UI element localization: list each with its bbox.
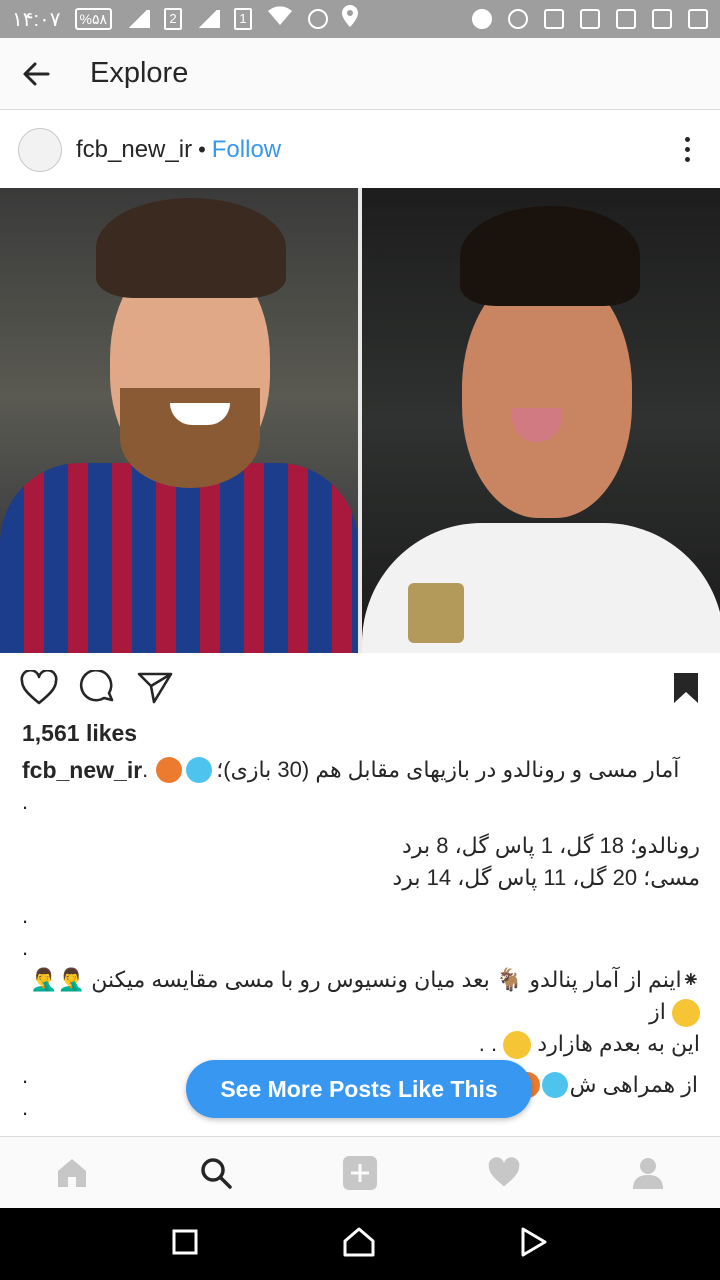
dot-icon: [684, 147, 690, 152]
home-button[interactable]: [343, 1227, 375, 1262]
post-header: fcb_new_ir • Follow: [0, 111, 720, 188]
avatar[interactable]: [18, 127, 62, 172]
caption-spacer-dot: .: [22, 789, 29, 814]
dot-icon: [684, 137, 690, 142]
nav-search[interactable]: [186, 1143, 246, 1203]
blue-circle-emoji-icon: [186, 757, 213, 783]
alarm-icon: [308, 9, 329, 29]
badge-shape: [408, 583, 464, 643]
telegram-icon: [472, 9, 492, 29]
back-button[interactable]: [0, 38, 72, 110]
heart-icon: [20, 668, 58, 704]
more-options-button[interactable]: [672, 130, 702, 170]
caption-star-text: ⁕اینم از آمار پنالدو 🐐 بعد میان ونسیوس ر…: [30, 967, 700, 992]
sim-2-icon: 2: [164, 8, 183, 30]
vibrate-icon: [688, 9, 708, 29]
caption-username[interactable]: fcb_new_ir: [22, 754, 142, 786]
laughing-emoji-icon: [672, 999, 700, 1028]
bookmark-icon: [674, 672, 698, 703]
caption-messi-stats: مسی؛ 20 گل، 11 پاس گل، 14 برد: [392, 865, 700, 890]
sim-1-icon: 1: [234, 8, 253, 30]
comment-icon: [79, 668, 114, 701]
caption-dot: .: [142, 757, 149, 782]
usb-icon: [544, 9, 564, 29]
caption-first-text: آمار مسی و رونالدو در بازیهای مقابل هم (…: [156, 754, 679, 786]
nav-profile[interactable]: [618, 1143, 678, 1203]
profile-icon: [633, 1157, 663, 1189]
laughing-emoji-icon: [503, 1031, 532, 1060]
caption-spacer-dot: .: [22, 903, 29, 928]
blue-circle-emoji-icon: [541, 1072, 568, 1098]
arrow-left-icon: [23, 62, 50, 85]
clock: ۱۴:۰۷: [12, 8, 61, 31]
caption-star-line-2: این به بعدم هازارد . .: [22, 1028, 700, 1060]
back-nav-button[interactable]: [520, 1227, 548, 1262]
follow-button[interactable]: Follow: [212, 136, 281, 164]
app-header: Explore: [0, 38, 720, 110]
nav-home[interactable]: [42, 1143, 102, 1203]
signal-icon: [196, 10, 221, 28]
status-bar: ۱۴:۰۷ %۵۸ 2 1: [0, 0, 720, 38]
bottom-nav: [0, 1136, 720, 1208]
comment-button[interactable]: [78, 668, 116, 711]
signal-icon: [126, 10, 151, 28]
share-button[interactable]: [136, 670, 174, 711]
caption-trail-text: از همراهی ش: [569, 1072, 698, 1097]
hair-shape: [96, 198, 286, 298]
page-title: Explore: [90, 57, 189, 89]
see-more-posts-button[interactable]: See More Posts Like This: [186, 1060, 532, 1118]
nav-add[interactable]: [330, 1143, 390, 1203]
caption-trailing-line: از همراهی ش: [513, 1072, 698, 1098]
hair-shape: [460, 206, 640, 306]
caption-gap: [22, 818, 700, 830]
dot-icon: [684, 157, 690, 162]
battery-indicator: %۵۸: [74, 8, 113, 30]
photo-messi: [0, 188, 358, 653]
send-icon: [137, 672, 173, 703]
caption-headline: آمار مسی و رونالدو در بازیهای مقابل هم (…: [216, 757, 680, 782]
image-icon: [580, 9, 600, 29]
separator-dot: •: [198, 136, 206, 162]
nav-activity[interactable]: [474, 1143, 534, 1203]
shirt-shape: [0, 463, 358, 653]
add-icon: [343, 1155, 377, 1190]
photo-ronaldo: [358, 188, 720, 653]
search-icon: [201, 1157, 232, 1189]
wifi-icon: [266, 5, 294, 33]
likes-count[interactable]: 1,561 likes: [22, 720, 137, 747]
caption-star-end: از: [649, 999, 666, 1024]
message-icon: [616, 9, 636, 29]
like-button[interactable]: [20, 668, 58, 711]
post-actions: [0, 662, 720, 718]
recents-button[interactable]: [172, 1229, 198, 1260]
record-icon: [508, 9, 528, 29]
location-icon: [342, 5, 359, 33]
recents-icon: [172, 1229, 198, 1254]
orange-circle-emoji-icon: [156, 757, 183, 783]
caption-star-text-2: این به بعدم هازارد: [537, 1031, 700, 1056]
caption-spacer-dot: .: [22, 935, 29, 960]
heart-icon: [488, 1156, 520, 1186]
post-image[interactable]: [0, 188, 720, 653]
home-icon: [58, 1158, 86, 1187]
caption-first-line: fcb_new_ir . آمار مسی و رونالدو در بازیه…: [22, 754, 700, 786]
home-icon: [343, 1227, 375, 1256]
system-nav-bar: [0, 1208, 720, 1280]
caption-star-line: ⁕اینم از آمار پنالدو 🐐 بعد میان ونسیوس ر…: [22, 964, 700, 1028]
caption-star-end-2: . .: [478, 1031, 498, 1056]
back-icon: [521, 1227, 547, 1256]
caption-ronaldo-stats: رونالدو؛ 18 گل، 1 پاس گل، 8 برد: [402, 833, 700, 858]
app-icon: [652, 9, 672, 29]
post-username[interactable]: fcb_new_ir: [76, 136, 192, 164]
save-button[interactable]: [672, 671, 700, 710]
